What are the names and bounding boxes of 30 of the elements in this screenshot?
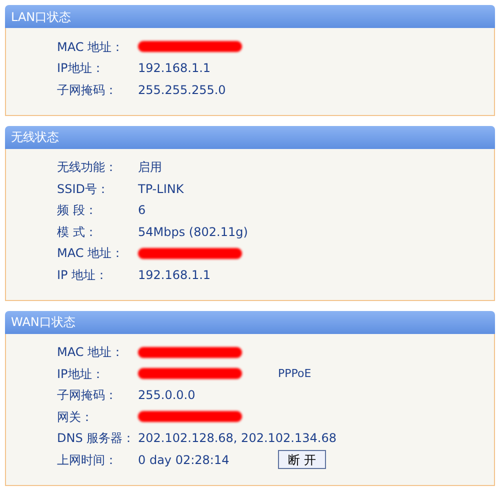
field-value: 54Mbps (802.11g) — [138, 224, 248, 241]
field-label: MAC 地址： — [57, 38, 125, 56]
field-label: 无线功能： — [57, 159, 118, 176]
field-value: 6 — [138, 202, 146, 220]
field-value: 202.102.128.68, 202.102.134.68 — [138, 430, 336, 448]
field-label: 子网掩码： — [57, 82, 118, 99]
field-label: 上网时间： — [57, 452, 118, 469]
section-header: 无线状态 — [5, 126, 495, 148]
field-label: SSID号： — [57, 180, 110, 198]
field-value: 192.168.1.1 — [138, 60, 211, 78]
section-header: WAN口状态 — [5, 310, 495, 334]
disconnect-button[interactable]: 断 开 — [278, 450, 326, 470]
field-value: TP-LINK — [138, 180, 184, 198]
field-label: 频 段： — [57, 202, 98, 220]
field-value: 192.168.1.1 — [138, 266, 211, 284]
field-label: MAC 地址： — [57, 245, 125, 262]
field-value: 255.0.0.0 — [138, 387, 196, 404]
field-label: IP 地址： — [57, 266, 109, 284]
field-label: IP地址： — [57, 366, 105, 383]
field-label: 子网掩码： — [57, 387, 118, 404]
field-label: DNS 服务器： — [57, 430, 136, 448]
field-label: 模 式： — [57, 224, 98, 241]
field-label: 网关： — [57, 408, 94, 426]
field-label: IP地址： — [57, 60, 105, 78]
field-label: MAC 地址： — [57, 344, 125, 362]
section-header: LAN口状态 — [5, 5, 495, 28]
field-value: 启用 — [138, 159, 162, 176]
connection-type: PPPoE — [278, 366, 312, 382]
field-value: 255.255.255.0 — [138, 82, 226, 99]
field-value: 0 day 02:28:14 — [138, 452, 230, 469]
